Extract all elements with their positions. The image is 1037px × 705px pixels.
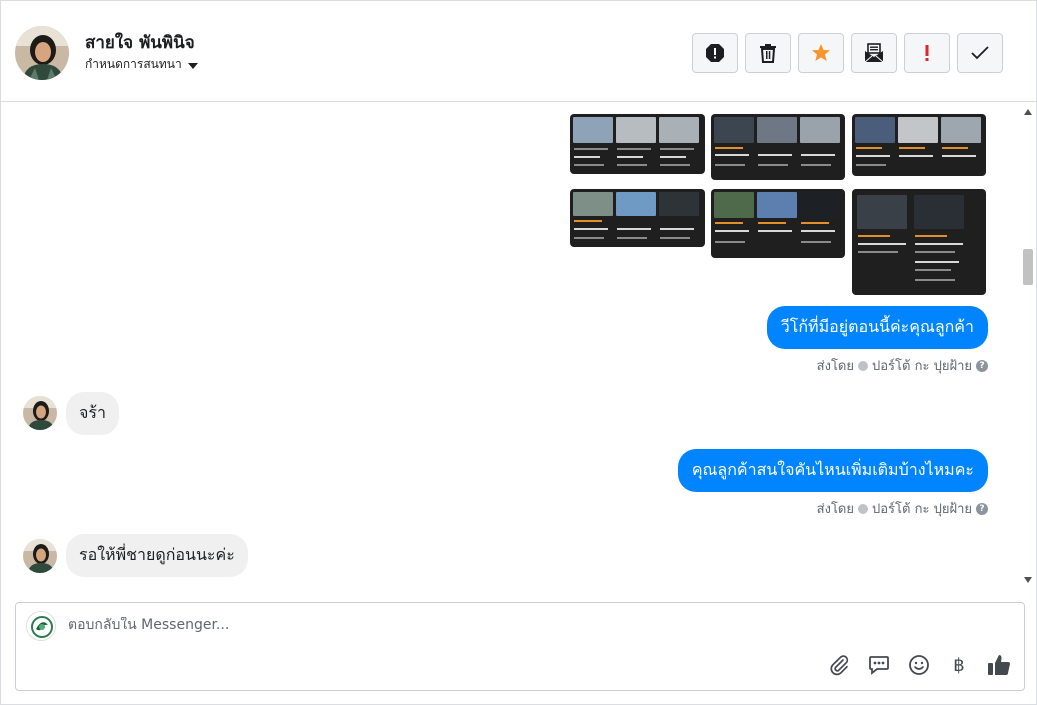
help-question-icon[interactable]: ?	[976, 359, 988, 372]
conversation-actions	[692, 33, 1003, 73]
thread-scrollbar[interactable]	[1020, 103, 1036, 587]
assign-conversation-dropdown[interactable]: กำหนดการสนทนา	[85, 55, 198, 74]
attachment-icon	[830, 655, 849, 676]
contact-avatar[interactable]	[15, 26, 69, 80]
mark-unread-button[interactable]	[851, 33, 897, 73]
verified-badge-icon	[858, 503, 868, 514]
emoji-button[interactable]	[906, 652, 932, 678]
contact-name[interactable]: สายใจ พันพินิจ	[85, 29, 195, 56]
sent-by-prefix: ส่งโดย	[816, 359, 854, 374]
important-icon	[925, 45, 929, 61]
payment-baht-icon: ฿	[953, 654, 965, 676]
verified-badge-icon	[858, 360, 868, 371]
attachment-image[interactable]	[852, 114, 986, 176]
attachment-image[interactable]	[852, 189, 986, 295]
message-thread[interactable]: วีโก้ที่มีอยู่ตอนนี้ค่ะคุณลูกค้า ส่งโดย …	[1, 103, 1036, 587]
help-question-icon[interactable]: ?	[976, 502, 988, 515]
reply-composer: ฿	[15, 602, 1025, 691]
star-icon	[812, 44, 830, 61]
reply-input[interactable]	[68, 617, 768, 633]
like-button[interactable]	[986, 652, 1012, 678]
sent-by-name[interactable]: ปอร์โต้ กะ ปุยฝ้าย	[872, 498, 972, 519]
mark-done-button[interactable]	[957, 33, 1003, 73]
outgoing-message-bubble[interactable]: คุณลูกค้าสนใจคันไหนเพิ่มเติมบ้างไหมคะ	[677, 449, 988, 492]
trash-icon	[760, 44, 776, 63]
important-button[interactable]	[904, 33, 950, 73]
attachment-image[interactable]	[711, 189, 845, 258]
page-logo	[26, 611, 56, 641]
messenger-inbox-panel: สายใจ พันพินิจ กำหนดการสนทนา วีโก้ที่มีอ…	[0, 0, 1037, 705]
customer-avatar[interactable]	[23, 396, 57, 430]
incoming-message-bubble[interactable]: รอให้พี่ชายดูก่อนนะค่ะ	[66, 534, 248, 577]
sent-by-name[interactable]: ปอร์โต้ กะ ปุยฝ้าย	[872, 355, 972, 376]
assign-conversation-label: กำหนดการสนทนา	[85, 57, 182, 71]
saved-reply-icon	[869, 656, 889, 675]
caret-down-icon	[187, 62, 198, 69]
delete-button[interactable]	[745, 33, 791, 73]
sent-by-prefix: ส่งโดย	[816, 502, 854, 517]
conversation-header: สายใจ พันพินิจ กำหนดการสนทนา	[1, 1, 1036, 102]
payment-button[interactable]: ฿	[946, 652, 972, 678]
star-button[interactable]	[798, 33, 844, 73]
spam-icon	[706, 44, 724, 62]
attachment-image[interactable]	[711, 114, 845, 180]
scroll-down-arrow-icon[interactable]	[1024, 577, 1032, 583]
attachment-image[interactable]	[570, 189, 705, 247]
done-check-icon	[971, 46, 989, 60]
scrollbar-thumb[interactable]	[1023, 249, 1033, 285]
like-thumb-icon	[988, 655, 1010, 675]
customer-avatar[interactable]	[23, 539, 57, 573]
spam-button[interactable]	[692, 33, 738, 73]
saved-replies-button[interactable]	[866, 652, 892, 678]
sent-by-line: ส่งโดย ปอร์โต้ กะ ปุยฝ้าย ?	[817, 355, 988, 376]
mark-unread-icon	[864, 43, 884, 63]
incoming-message-bubble[interactable]: จร้า	[66, 392, 119, 435]
attachment-image[interactable]	[570, 114, 705, 174]
composer-tools: ฿	[826, 652, 1012, 678]
outgoing-message-bubble[interactable]: วีโก้ที่มีอยู่ตอนนี้ค่ะคุณลูกค้า	[766, 306, 988, 349]
scroll-up-arrow-icon[interactable]	[1024, 109, 1032, 115]
sent-by-line: ส่งโดย ปอร์โต้ กะ ปุยฝ้าย ?	[817, 498, 988, 519]
attach-file-button[interactable]	[826, 652, 852, 678]
emoji-icon	[909, 655, 929, 675]
